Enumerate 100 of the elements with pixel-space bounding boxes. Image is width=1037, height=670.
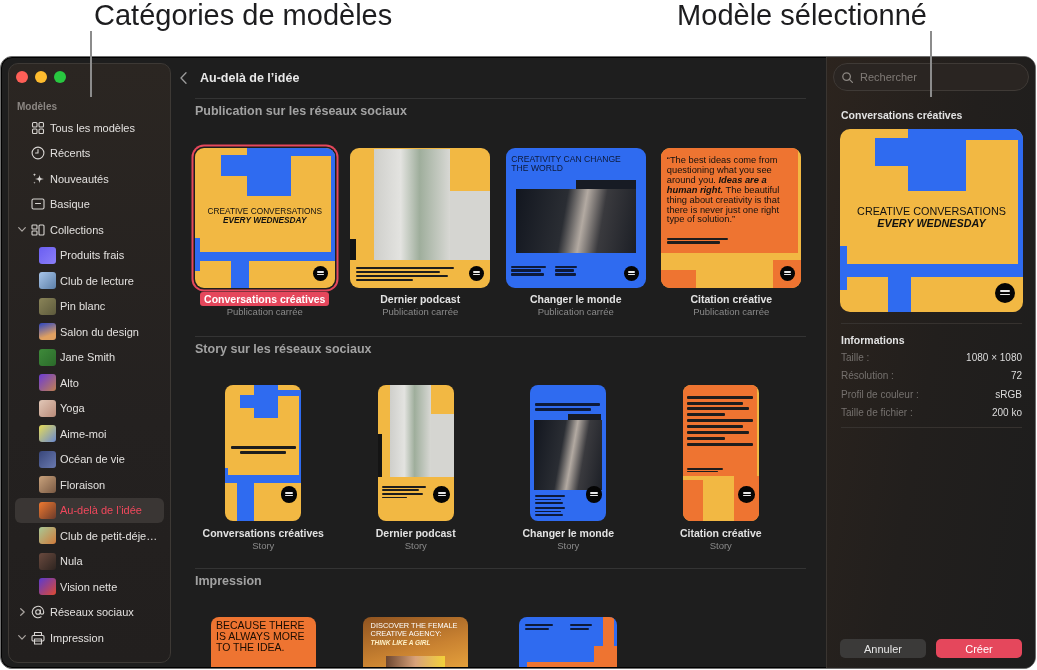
brand-logo-icon [280, 485, 298, 503]
sidebar-item[interactable]: Récents [15, 140, 164, 166]
template-type: Story [557, 540, 580, 552]
template-name: Dernier podcast [374, 526, 457, 540]
sidebar-item[interactable]: Impression [15, 625, 164, 651]
info-value: 72 [1010, 370, 1022, 382]
template-thumbnail[interactable] [350, 148, 491, 288]
quote-text: “The best ideas come from questioning what you see around you. Ideas are a human right. The beautiful thing about creativity is that there is never just one right type of solution.” [661, 148, 799, 235]
collection-thumbnail [39, 578, 56, 596]
sidebar-item[interactable]: Tous les modèles [15, 115, 164, 141]
chevron-icon[interactable] [18, 227, 26, 233]
info-label: Profil de couleur : [841, 388, 919, 400]
template-thumbnail[interactable]: BECAUSE THERE IS ALWAYS MORE TO THE IDEA. [210, 617, 316, 667]
accent-block [661, 269, 697, 288]
printer-icon [31, 630, 45, 645]
collection-thumbnail [39, 272, 56, 290]
template-thumbnail[interactable] [519, 617, 618, 667]
sidebar-item[interactable]: Alto [15, 370, 164, 396]
sidebar-item[interactable]: Nula [15, 548, 164, 574]
callout-label: Catégories de modèles [94, 0, 393, 33]
info-value: 1080 × 1080 [966, 352, 1022, 364]
sparkle-icon [31, 171, 45, 186]
text-lines-drawing [534, 402, 601, 412]
card-icon [31, 197, 45, 212]
accent-block [377, 433, 382, 478]
clock-icon [31, 146, 45, 161]
dialog-button[interactable]: Annuler [840, 639, 926, 658]
accent-block [449, 191, 491, 260]
sidebar-item[interactable]: Aime-moi [15, 421, 164, 447]
sidebar-item[interactable]: Collections [15, 217, 164, 243]
collection-thumbnail [39, 348, 56, 366]
sidebar-item[interactable]: Nouveautés [15, 166, 164, 192]
brand-logo-icon [468, 265, 484, 281]
close-button[interactable] [16, 71, 28, 83]
text-lines-drawing [534, 507, 566, 516]
accent-block [568, 413, 601, 421]
template-thumbnail[interactable] [377, 385, 454, 521]
template-name: Changer le monde [528, 292, 623, 306]
collection-thumbnail [39, 501, 56, 519]
text-lines-drawing [381, 485, 426, 499]
search-field[interactable]: Rechercher [833, 63, 1029, 91]
sidebar-item[interactable]: Club de lecture [15, 268, 164, 294]
info-value: sRGB [995, 388, 1022, 400]
sidebar-item[interactable]: Océan de vie [15, 446, 164, 472]
collection-thumbnail [39, 476, 56, 494]
poster-headline: BECAUSE THERE IS ALWAYS MORE TO THE IDEA. [216, 620, 306, 653]
zoom-button[interactable] [54, 71, 66, 83]
section-heading: Impression [195, 574, 263, 588]
chevron-icon[interactable] [19, 608, 25, 617]
template-thumbnail[interactable] [530, 385, 607, 521]
photo-placeholder [534, 420, 603, 490]
collection-thumbnail [39, 374, 56, 392]
template-type: Story [252, 540, 275, 552]
template-type: Story [404, 540, 427, 552]
template-thumbnail[interactable]: CREATIVITY CAN CHANGE THE WORLD [505, 148, 646, 288]
sidebar-item[interactable]: Yoga [15, 395, 164, 421]
sidebar-item[interactable]: Vision nette [15, 574, 164, 600]
collection-thumbnail [39, 323, 56, 341]
accent-block [682, 480, 703, 521]
accent-block [350, 239, 356, 260]
template-type: Publication carrée [382, 306, 459, 318]
chevron-icon[interactable] [18, 635, 26, 641]
template-thumbnail[interactable]: “The best ideas come from questioning what you see around you. Ideas are a human right. The beautiful thing about creativity is that there is never just one right type of solution.” [661, 148, 802, 288]
leader-line [90, 31, 92, 97]
template-name: Conversations créatives [200, 292, 330, 306]
sidebar-item[interactable]: Réseaux sociaux [15, 599, 164, 625]
collection-thumbnail [39, 425, 56, 443]
poster-tagline: EVERY WEDNESDAY [877, 217, 986, 230]
template-thumbnail[interactable] [225, 385, 302, 521]
template-type: Publication carrée [226, 306, 303, 318]
template-name: Changer le monde [521, 526, 616, 540]
sidebar-item[interactable]: Basique [15, 191, 164, 217]
search-icon [842, 71, 853, 83]
text-lines-drawing [570, 624, 592, 630]
sidebar-item[interactable]: Floraison [15, 472, 164, 498]
accent-block [430, 413, 454, 478]
collection-thumbnail [39, 450, 56, 468]
collection-thumbnail [39, 246, 56, 264]
at-sign-icon [31, 605, 45, 620]
template-title: Conversations créatives [841, 108, 964, 122]
template-name: Dernier podcast [379, 292, 462, 306]
sidebar-item[interactable]: Club de petit-déje… [15, 523, 164, 549]
template-thumbnail[interactable] [682, 385, 759, 521]
dialog-button[interactable]: Créer [936, 639, 1022, 658]
template-thumbnail[interactable]: CREATIVE CONVERSATIONS EVERY WEDNESDAY [194, 148, 335, 288]
minimize-button[interactable] [35, 71, 47, 83]
sidebar-item[interactable]: Salon du design [15, 319, 164, 345]
section-heading: Publication sur les réseaux sociaux [195, 104, 408, 118]
poster-tagline: EVERY WEDNESDAY [223, 215, 307, 226]
text-lines-drawing [534, 495, 566, 504]
collection-thumbnail [39, 399, 56, 417]
collection-thumbnail [39, 297, 56, 315]
sidebar-item[interactable]: Pin blanc [15, 293, 164, 319]
back-chevron-icon[interactable] [180, 71, 187, 84]
grid-icon [31, 120, 45, 135]
photo-placeholder [386, 656, 446, 667]
info-label: Taille : [841, 352, 870, 364]
collection-thumbnail [39, 527, 56, 545]
sidebar-item[interactable]: Jane Smith [15, 344, 164, 370]
sidebar-item[interactable]: Produits frais [15, 242, 164, 268]
